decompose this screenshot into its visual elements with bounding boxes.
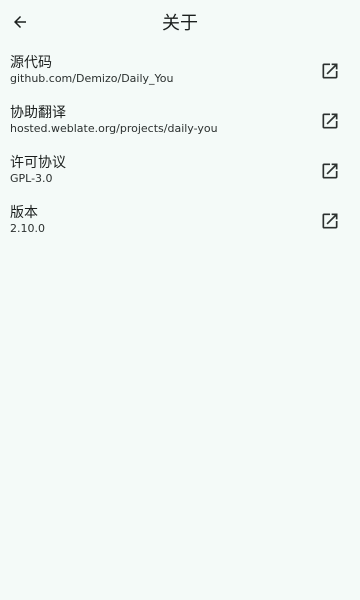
list-item-translate[interactable]: 协助翻译 hosted.weblate.org/projects/daily-y… [0, 100, 360, 150]
about-list: 源代码 github.com/Demizo/Daily_You 协助翻译 hos… [0, 50, 360, 250]
open-in-new-icon [320, 111, 340, 131]
item-subtitle: 2.10.0 [10, 222, 45, 235]
item-subtitle: hosted.weblate.org/projects/daily-you [10, 122, 218, 135]
item-title: 协助翻译 [10, 105, 66, 121]
item-subtitle: github.com/Demizo/Daily_You [10, 72, 174, 85]
app-bar: 关于 [0, 0, 360, 48]
item-title: 版本 [10, 205, 38, 221]
list-item-license[interactable]: 许可协议 GPL-3.0 [0, 150, 360, 200]
item-subtitle: GPL-3.0 [10, 172, 53, 185]
open-in-new-icon [320, 211, 340, 231]
item-title: 许可协议 [10, 155, 66, 171]
list-item-source-code[interactable]: 源代码 github.com/Demizo/Daily_You [0, 50, 360, 100]
open-in-new-icon [320, 61, 340, 81]
item-title: 源代码 [10, 55, 52, 71]
page-title: 关于 [162, 13, 198, 34]
open-link-button[interactable] [319, 110, 341, 132]
list-item-version[interactable]: 版本 2.10.0 [0, 200, 360, 250]
open-link-button[interactable] [319, 60, 341, 82]
open-link-button[interactable] [319, 210, 341, 232]
open-in-new-icon [320, 161, 340, 181]
open-link-button[interactable] [319, 160, 341, 182]
